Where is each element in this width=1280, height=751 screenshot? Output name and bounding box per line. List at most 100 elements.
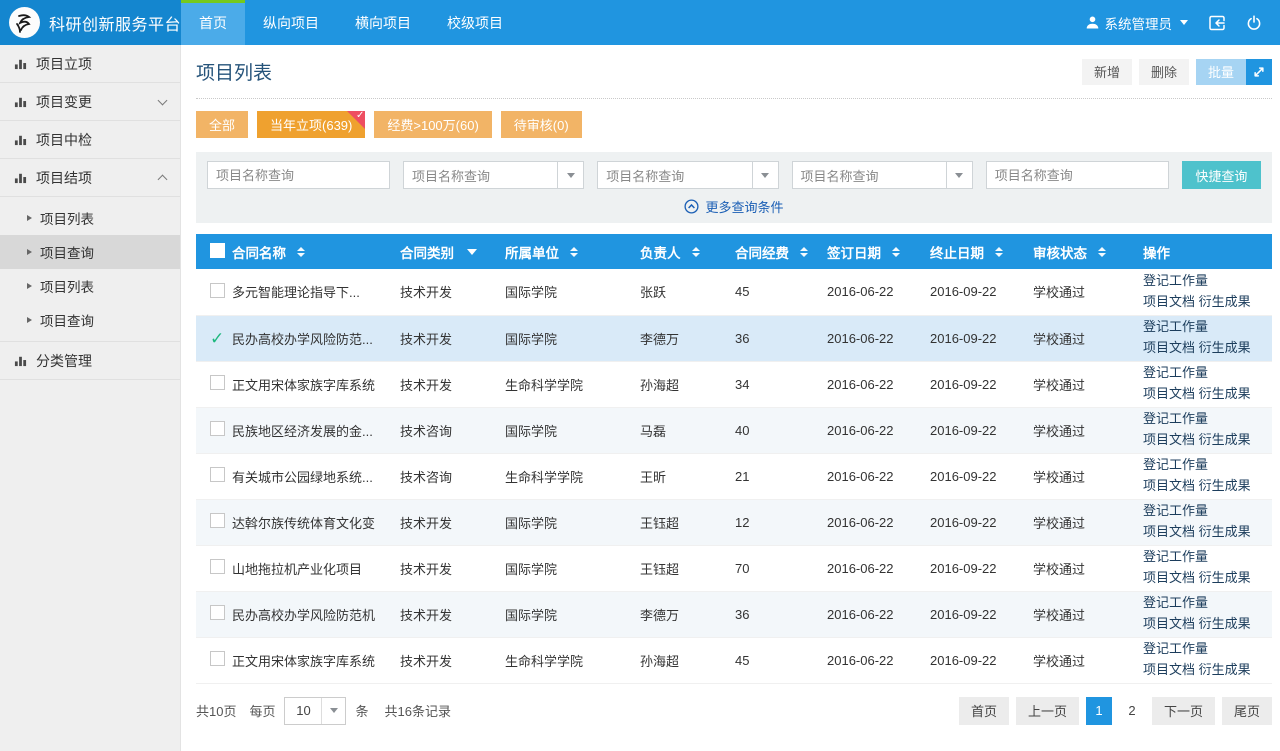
nav-item-4[interactable]: 校级项目: [429, 0, 521, 45]
page-button-2[interactable]: 2: [1119, 697, 1145, 725]
row-select-cell: [196, 407, 226, 453]
column-header-5[interactable]: 合同经费: [729, 234, 821, 269]
op-link-project-docs[interactable]: 项目文档: [1143, 570, 1195, 585]
op-link-derived-results[interactable]: 衍生成果: [1199, 662, 1251, 677]
sort-icon[interactable]: [995, 247, 1003, 257]
sort-icon[interactable]: [692, 247, 700, 257]
op-link-register-workload[interactable]: 登记工作量: [1143, 365, 1208, 380]
column-header-7[interactable]: 终止日期: [924, 234, 1027, 269]
op-link-derived-results[interactable]: 衍生成果: [1199, 340, 1251, 355]
nav-item-3[interactable]: 横向项目: [337, 0, 429, 45]
search-input-5[interactable]: [986, 161, 1169, 189]
search-input-1[interactable]: [207, 161, 390, 189]
logout-icon[interactable]: [1208, 15, 1226, 31]
power-icon[interactable]: [1246, 15, 1262, 31]
column-header-8[interactable]: 审核状态: [1027, 234, 1137, 269]
op-link-register-workload[interactable]: 登记工作量: [1143, 319, 1208, 334]
op-link-project-docs[interactable]: 项目文档: [1143, 478, 1195, 493]
cell-fund: 70: [729, 545, 821, 591]
check-icon[interactable]: ✓: [210, 329, 224, 348]
column-header-2[interactable]: 合同类别: [394, 234, 499, 269]
page-button-下一页[interactable]: 下一页: [1152, 697, 1215, 725]
op-link-derived-results[interactable]: 衍生成果: [1199, 616, 1251, 631]
search-select-2[interactable]: 项目名称查询: [403, 161, 584, 189]
filter-tab-4[interactable]: 待审核(0): [501, 111, 582, 138]
page-button-1[interactable]: 1: [1086, 697, 1112, 725]
op-link-project-docs[interactable]: 项目文档: [1143, 662, 1195, 677]
select-arrow-icon[interactable]: [946, 162, 972, 188]
op-link-register-workload[interactable]: 登记工作量: [1143, 411, 1208, 426]
op-link-register-workload[interactable]: 登记工作量: [1143, 503, 1208, 518]
nav-item-2[interactable]: 纵向项目: [245, 0, 337, 45]
row-checkbox[interactable]: [210, 421, 225, 436]
row-checkbox[interactable]: [210, 605, 225, 620]
op-link-derived-results[interactable]: 衍生成果: [1199, 524, 1251, 539]
op-link-register-workload[interactable]: 登记工作量: [1143, 595, 1208, 610]
op-link-register-workload[interactable]: 登记工作量: [1143, 457, 1208, 472]
op-link-register-workload[interactable]: 登记工作量: [1143, 641, 1208, 656]
quick-search-button[interactable]: 快捷查询: [1182, 161, 1261, 189]
toolbar-button-1[interactable]: 新增: [1082, 59, 1132, 85]
page-button-上一页[interactable]: 上一页: [1016, 697, 1079, 725]
user-menu[interactable]: 系统管理员: [1085, 13, 1189, 33]
select-arrow-icon[interactable]: [752, 162, 778, 188]
column-header-4[interactable]: 负责人: [634, 234, 729, 269]
column-header-1[interactable]: 合同名称: [226, 234, 394, 269]
page-button-尾页[interactable]: 尾页: [1222, 697, 1272, 725]
sidebar-item-1[interactable]: 项目立项: [0, 45, 180, 83]
op-link-derived-results[interactable]: 衍生成果: [1199, 386, 1251, 401]
row-checkbox[interactable]: [210, 283, 225, 298]
per-page-select[interactable]: 10: [284, 697, 346, 725]
op-link-project-docs[interactable]: 项目文档: [1143, 340, 1195, 355]
op-link-register-workload[interactable]: 登记工作量: [1143, 549, 1208, 564]
op-link-derived-results[interactable]: 衍生成果: [1199, 570, 1251, 585]
sidebar-item-9[interactable]: 分类管理: [0, 342, 180, 380]
op-link-derived-results[interactable]: 衍生成果: [1199, 432, 1251, 447]
search-select-4[interactable]: 项目名称查询: [792, 161, 973, 189]
op-link-project-docs[interactable]: 项目文档: [1143, 386, 1195, 401]
op-link-register-workload[interactable]: 登记工作量: [1143, 273, 1208, 288]
nav-item-1[interactable]: 首页: [181, 0, 245, 45]
filter-tab-1[interactable]: 全部: [196, 111, 248, 138]
select-all-header[interactable]: [196, 234, 226, 269]
sidebar-item-4[interactable]: 项目结项: [0, 159, 180, 197]
sort-icon[interactable]: [892, 247, 900, 257]
op-link-project-docs[interactable]: 项目文档: [1143, 432, 1195, 447]
filter-icon[interactable]: [467, 249, 477, 255]
sidebar-item-2[interactable]: 项目变更: [0, 83, 180, 121]
column-header-3[interactable]: 所属单位: [499, 234, 634, 269]
sort-icon[interactable]: [297, 247, 305, 257]
filter-tab-3[interactable]: 经费>100万(60): [374, 111, 491, 138]
sidebar-item-3[interactable]: 项目中检: [0, 121, 180, 159]
column-label: 合同类别: [400, 242, 454, 262]
sidebar-subitem-5[interactable]: 项目列表: [0, 201, 180, 235]
sidebar-subitem-8[interactable]: 项目查询: [0, 303, 180, 337]
cell-sign-date: 2016-06-22: [821, 453, 924, 499]
sort-icon[interactable]: [1098, 247, 1106, 257]
op-link-project-docs[interactable]: 项目文档: [1143, 294, 1195, 309]
row-checkbox[interactable]: [210, 651, 225, 666]
row-checkbox[interactable]: [210, 467, 225, 482]
op-link-derived-results[interactable]: 衍生成果: [1199, 294, 1251, 309]
fullscreen-button[interactable]: [1246, 59, 1272, 85]
filter-tab-2[interactable]: 当年立项(639)✓: [257, 111, 365, 138]
sidebar-subitem-7[interactable]: 项目列表: [0, 269, 180, 303]
row-checkbox[interactable]: [210, 375, 225, 390]
more-conditions-link[interactable]: 更多查询条件: [684, 197, 783, 216]
sidebar-subitem-6[interactable]: 项目查询: [0, 235, 180, 269]
op-link-project-docs[interactable]: 项目文档: [1143, 524, 1195, 539]
cell-leader: 孙海超: [634, 361, 729, 407]
select-arrow-icon[interactable]: [557, 162, 583, 188]
row-checkbox[interactable]: [210, 559, 225, 574]
page-button-首页[interactable]: 首页: [959, 697, 1009, 725]
op-link-project-docs[interactable]: 项目文档: [1143, 616, 1195, 631]
select-all-checkbox[interactable]: [210, 243, 225, 258]
search-select-3[interactable]: 项目名称查询: [597, 161, 778, 189]
column-header-6[interactable]: 签订日期: [821, 234, 924, 269]
sort-icon[interactable]: [570, 247, 578, 257]
row-checkbox[interactable]: [210, 513, 225, 528]
sort-icon[interactable]: [800, 247, 808, 257]
op-link-derived-results[interactable]: 衍生成果: [1199, 478, 1251, 493]
toolbar-button-3[interactable]: 批量: [1196, 59, 1246, 85]
toolbar-button-2[interactable]: 删除: [1139, 59, 1189, 85]
